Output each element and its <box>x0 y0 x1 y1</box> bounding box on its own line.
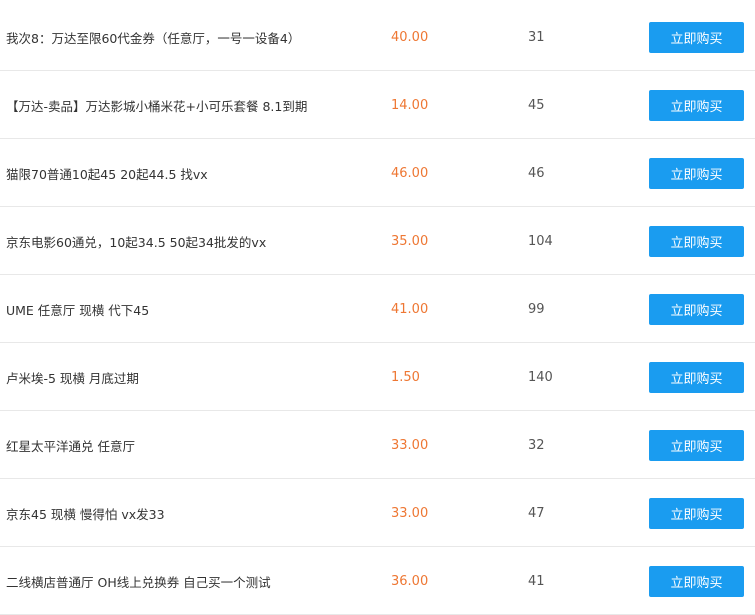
buy-now-button[interactable]: 立即购买 <box>649 157 744 189</box>
item-price: 46.00 <box>391 165 429 181</box>
list-item: 红星太平洋通兑 任意厅 33.00 32 立即购买 <box>0 411 755 479</box>
item-title: 我次8：万达至限60代金券（任意厅，一号一设备4） <box>6 30 301 46</box>
item-price: 33.00 <box>391 505 429 521</box>
list-item: 猫限70普通10起45 20起44.5 找vx 46.00 46 立即购买 <box>0 139 755 207</box>
item-title: 二线横店普通厅 OH线上兑换券 自己买一个测试 <box>6 574 271 590</box>
buy-now-button[interactable]: 立即购买 <box>649 497 744 529</box>
list-item: 京东电影60通兑，10起34.5 50起34批发的vx 35.00 104 立即… <box>0 207 755 275</box>
item-stock: 32 <box>528 437 545 453</box>
list-item: UME 任意厅 现横 代下45 41.00 99 立即购买 <box>0 275 755 343</box>
list-item: 【万达-卖品】万达影城小桶米花+小可乐套餐 8.1到期 14.00 45 立即购… <box>0 71 755 139</box>
item-price: 14.00 <box>391 97 429 113</box>
item-stock: 104 <box>528 233 553 249</box>
item-stock: 140 <box>528 369 553 385</box>
item-title: 京东电影60通兑，10起34.5 50起34批发的vx <box>6 234 267 250</box>
item-price: 1.50 <box>391 369 420 385</box>
item-title: 猫限70普通10起45 20起44.5 找vx <box>6 166 208 182</box>
item-stock: 47 <box>528 505 545 521</box>
item-stock: 99 <box>528 301 545 317</box>
item-price: 35.00 <box>391 233 429 249</box>
item-title: 红星太平洋通兑 任意厅 <box>6 438 135 454</box>
buy-now-button[interactable]: 立即购买 <box>649 565 744 597</box>
item-title: 【万达-卖品】万达影城小桶米花+小可乐套餐 8.1到期 <box>6 98 308 114</box>
item-price: 40.00 <box>391 29 429 45</box>
list-item: 卢米埃-5 现横 月底过期 1.50 140 立即购买 <box>0 343 755 411</box>
buy-now-button[interactable]: 立即购买 <box>649 21 744 53</box>
list-item: 我次8：万达至限60代金券（任意厅，一号一设备4） 40.00 31 立即购买 <box>0 3 755 71</box>
item-stock: 46 <box>528 165 545 181</box>
buy-now-button[interactable]: 立即购买 <box>649 89 744 121</box>
buy-now-button[interactable]: 立即购买 <box>649 361 744 393</box>
list-item: 二线横店普通厅 OH线上兑换券 自己买一个测试 36.00 41 立即购买 <box>0 547 755 615</box>
list-item: 京东45 现横 慢得怕 vx发33 33.00 47 立即购买 <box>0 479 755 547</box>
item-title: 京东45 现横 慢得怕 vx发33 <box>6 506 165 522</box>
item-price: 33.00 <box>391 437 429 453</box>
item-title: UME 任意厅 现横 代下45 <box>6 302 150 318</box>
product-list: 我次8：万达至限60代金券（任意厅，一号一设备4） 40.00 31 立即购买 … <box>0 0 755 615</box>
buy-now-button[interactable]: 立即购买 <box>649 429 744 461</box>
buy-now-button[interactable]: 立即购买 <box>649 225 744 257</box>
buy-now-button[interactable]: 立即购买 <box>649 293 744 325</box>
item-stock: 41 <box>528 573 545 589</box>
item-stock: 31 <box>528 29 545 45</box>
item-stock: 45 <box>528 97 545 113</box>
item-title: 卢米埃-5 现横 月底过期 <box>6 370 139 386</box>
item-price: 41.00 <box>391 301 429 317</box>
item-price: 36.00 <box>391 573 429 589</box>
